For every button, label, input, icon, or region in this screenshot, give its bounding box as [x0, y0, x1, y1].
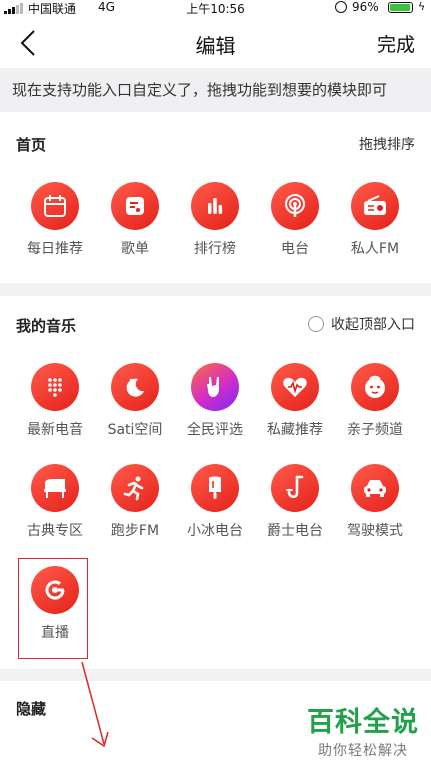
battery-icon — [388, 2, 413, 13]
page-title: 编辑 — [195, 34, 236, 58]
moon-icon — [111, 363, 159, 411]
piano-icon — [31, 464, 79, 512]
rotation-lock-icon — [335, 1, 347, 13]
my-music-item[interactable]: 驾驶模式 — [337, 464, 413, 540]
home-item[interactable]: 私人FM — [337, 182, 413, 258]
rock-hand-icon — [191, 363, 239, 411]
home-item[interactable]: 排行榜 — [177, 182, 253, 258]
runner-icon — [111, 464, 159, 512]
home-item-label: 私人FM — [350, 241, 400, 257]
done-button[interactable]: 完成 — [377, 30, 415, 57]
watermark-brand: 百科全说 — [307, 707, 419, 738]
my-music-item-label: 全民评选 — [187, 422, 243, 438]
charging-icon: ϟ — [418, 0, 426, 13]
my-music-item[interactable]: 跑步FM — [97, 464, 173, 540]
home-item-label: 每日推荐 — [27, 241, 83, 257]
calendar-icon — [31, 182, 79, 230]
home-item-label: 排行榜 — [194, 241, 236, 257]
my-music-item-label: 爵士电台 — [267, 523, 323, 539]
podcast-icon — [271, 182, 319, 230]
my-music-item[interactable]: 最新电音 — [17, 363, 93, 439]
my-music-item-label: 驾驶模式 — [347, 523, 403, 539]
customize-notice: 现在支持功能入口自定义了，拖拽功能到想要的模块即可 — [0, 68, 431, 112]
my-music-item-label: 小冰电台 — [187, 523, 243, 539]
my-music-item-label: Sati空间 — [107, 422, 163, 438]
car-icon — [351, 464, 399, 512]
home-item-label: 歌单 — [121, 241, 149, 257]
my-music-item[interactable]: 亲子频道 — [337, 363, 413, 439]
hidden-section-title: 隐藏 — [16, 700, 47, 718]
home-item[interactable]: 电台 — [257, 182, 333, 258]
radio-icon — [308, 316, 324, 332]
home-section-title: 首页 — [16, 136, 47, 154]
collapse-top-label: 收起顶部入口 — [331, 317, 415, 333]
section-divider — [0, 669, 431, 681]
chevron-left-icon — [20, 30, 35, 56]
chart-bars-icon — [191, 182, 239, 230]
my-music-item[interactable]: 全民评选 — [177, 363, 253, 439]
saxophone-icon — [271, 464, 319, 512]
battery-percent: 96% — [352, 0, 379, 14]
my-music-item-label: 最新电音 — [27, 422, 83, 438]
my-music-item[interactable]: 小冰电台 — [177, 464, 253, 540]
my-music-item[interactable]: Sati空间 — [97, 363, 173, 439]
my-music-item-label: 古典专区 — [27, 523, 83, 539]
collapse-top-toggle[interactable]: 收起顶部入口 — [308, 314, 415, 334]
status-bar: 中国联通 4G 上午10:56 96% ϟ — [0, 0, 431, 16]
drag-sort-button[interactable]: 拖拽排序 — [359, 134, 415, 154]
watermark-slogan: 助你轻松解决 — [318, 743, 408, 759]
playlist-icon — [111, 182, 159, 230]
nav-bar: 编辑 完成 — [0, 18, 431, 68]
my-music-item-label: 跑步FM — [110, 523, 160, 539]
watermark: 百科全说 助你轻松解决 — [300, 700, 426, 760]
my-music-item-label: 私藏推荐 — [267, 422, 323, 438]
home-item[interactable]: 每日推荐 — [17, 182, 93, 258]
home-item-label: 电台 — [281, 241, 309, 257]
my-music-item[interactable]: 爵士电台 — [257, 464, 333, 540]
radio-icon — [351, 182, 399, 230]
ice-pop-icon — [191, 464, 239, 512]
my-music-item[interactable]: 古典专区 — [17, 464, 93, 540]
heart-wave-icon — [271, 363, 319, 411]
section-divider — [0, 283, 431, 296]
home-item[interactable]: 歌单 — [97, 182, 173, 258]
my-music-section-title: 我的音乐 — [16, 317, 77, 335]
back-button[interactable] — [16, 28, 42, 58]
my-music-item-label: 亲子频道 — [347, 422, 403, 438]
dots-grid-icon — [31, 363, 79, 411]
baby-face-icon — [351, 363, 399, 411]
my-music-item[interactable]: 私藏推荐 — [257, 363, 333, 439]
annotation-highlight-box — [18, 558, 88, 659]
